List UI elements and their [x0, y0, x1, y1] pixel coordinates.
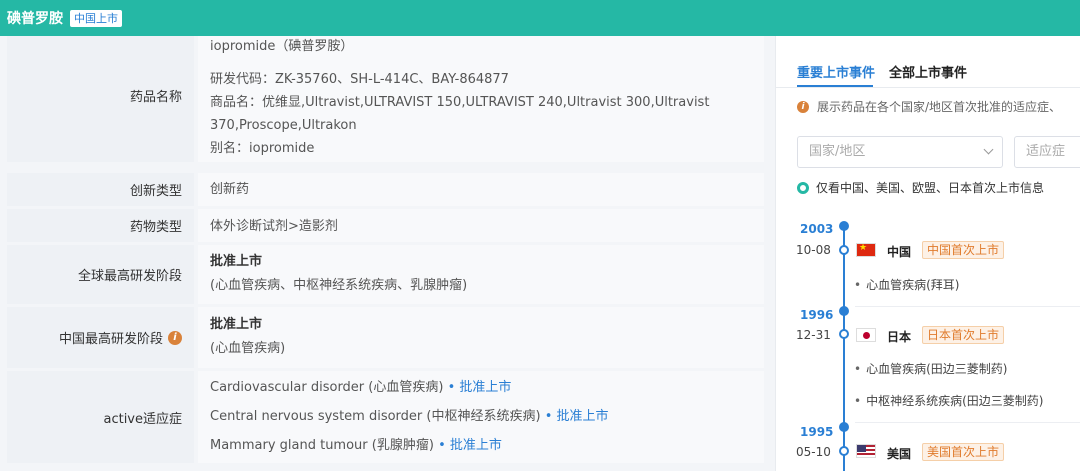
usa-flag-icon [856, 444, 876, 458]
event-date: 05-10 [796, 445, 831, 459]
tab-divider [776, 87, 1080, 88]
approval-status-link[interactable]: • 批准上市 [438, 438, 502, 453]
timeline-event-dot [839, 329, 849, 339]
event-country: 中国 [887, 245, 912, 259]
innovation-label: 创新类型 [7, 173, 194, 206]
indication-text: Mammary gland tumour (乳腺肿瘤) [210, 438, 434, 453]
drug-name-row: 药品名称 iopromide（碘普罗胺） 研发代码：ZK-35760、SH-L-… [7, 36, 764, 162]
global-stage-row: 全球最高研发阶段 批准上市 (心血管疾病、中枢神经系统疾病、乳腺肿瘤) [7, 245, 764, 304]
indication-text: Cardiovascular disorder (心血管疾病) [210, 380, 444, 395]
drug-name-label: 药品名称 [7, 36, 194, 162]
japan-flag-icon [856, 328, 876, 342]
indication-row: active适应症 Cardiovascular disorder (心血管疾病… [7, 371, 764, 463]
timeline-line [843, 224, 845, 471]
approval-status-link[interactable]: • 批准上市 [545, 409, 609, 424]
timeline-year-dot [839, 221, 849, 231]
china-stage-value: 批准上市 [210, 317, 263, 332]
first-launch-tag: 日本首次上市 [922, 326, 1005, 344]
header-bar: 碘普罗胺 中国上市 [0, 0, 1080, 36]
event-divider [855, 306, 1080, 307]
first-launch-tag: 中国首次上市 [922, 241, 1005, 259]
china-stage-note: (心血管疾病) [210, 341, 286, 356]
indication-label: active适应症 [7, 371, 194, 463]
global-stage-value: 批准上市 [210, 254, 263, 269]
indication-item: Mammary gland tumour (乳腺肿瘤) • 批准上市 [210, 436, 502, 456]
china-flag-icon: ★ [856, 243, 876, 257]
event-date: 12-31 [796, 328, 831, 342]
country-select[interactable]: 国家/地区 [797, 136, 1003, 168]
china-stage-label-cell: 中国最高研发阶段 i [7, 307, 194, 368]
drug-type-row: 药物类型 体外诊断试剂>造影剂 [7, 209, 764, 242]
innovation-value: 创新药 [210, 182, 250, 197]
global-stage-label: 全球最高研发阶段 [7, 245, 194, 304]
drug-info-panel: 药品名称 iopromide（碘普罗胺） 研发代码：ZK-35760、SH-L-… [0, 36, 775, 471]
innovation-row: 创新类型 创新药 [7, 173, 764, 206]
generic-name: iopromide（碘普罗胺） [210, 39, 354, 54]
timeline-year-dot [839, 422, 849, 432]
event-indication: 心血管疾病(田边三菱制药) [854, 360, 1007, 377]
indication-text: Central nervous system disorder (中枢神经系统疾… [210, 409, 541, 424]
event-year: 1995 [800, 425, 834, 439]
china-stage-label: 中国最高研发阶段 [58, 332, 163, 347]
event-indication: 心血管疾病(拜耳) [854, 276, 959, 293]
timeline-event-dot [839, 446, 849, 456]
timeline-event-dot [839, 245, 849, 255]
info-icon[interactable]: i [168, 330, 182, 345]
radio-button[interactable] [797, 181, 809, 194]
approval-status-link[interactable]: • 批准上市 [448, 380, 512, 395]
drug-type-value: 体外诊断试剂>造影剂 [210, 219, 338, 234]
event-year: 1996 [800, 308, 834, 322]
country-select-placeholder: 国家/地区 [809, 144, 866, 159]
drug-type-value-cell: 体外诊断试剂>造影剂 [198, 209, 764, 242]
info-note-text: 展示药品在各个国家/地区首次批准的适应症、 [817, 100, 1062, 114]
dev-codes: 研发代码：ZK-35760、SH-L-414C、BAY-864877 [210, 72, 509, 87]
event-date: 10-08 [796, 243, 831, 257]
info-note: i 展示药品在各个国家/地区首次批准的适应症、 [797, 98, 1061, 115]
tab-key-events[interactable]: 重要上市事件 [797, 62, 875, 81]
alias: 别名：iopromide [210, 141, 315, 156]
drug-type-label: 药物类型 [7, 209, 194, 242]
indication-item: Central nervous system disorder (中枢神经系统疾… [210, 407, 609, 427]
drug-name-value: iopromide（碘普罗胺） 研发代码：ZK-35760、SH-L-414C、… [198, 36, 764, 162]
indication-select-placeholder: 适应症 [1026, 144, 1066, 159]
tab-all-events[interactable]: 全部上市事件 [889, 62, 967, 81]
event-indication: 中枢神经系统疾病(田边三菱制药) [854, 392, 1043, 409]
trade-names-cont: 370,Proscope,Ultrakon [210, 118, 357, 133]
info-icon: i [797, 100, 809, 113]
timeline-year-dot [839, 306, 849, 316]
indication-item: Cardiovascular disorder (心血管疾病) • 批准上市 [210, 378, 511, 398]
radio-label: 仅看中国、美国、欧盟、日本首次上市信息 [816, 181, 1045, 195]
indication-value-cell: Cardiovascular disorder (心血管疾病) • 批准上市 C… [198, 371, 764, 463]
event-country: 日本 [887, 330, 912, 344]
event-divider [855, 422, 1080, 423]
event-country: 美国 [887, 447, 912, 461]
chevron-down-icon [983, 144, 994, 155]
page-title: 碘普罗胺 [7, 11, 63, 27]
innovation-value-cell: 创新药 [198, 173, 764, 206]
first-launch-tag: 美国首次上市 [922, 443, 1005, 461]
global-stage-value-cell: 批准上市 (心血管疾病、中枢神经系统疾病、乳腺肿瘤) [198, 245, 764, 304]
indication-select[interactable]: 适应症 [1014, 136, 1080, 168]
launch-events-panel: 重要上市事件 全部上市事件 i 展示药品在各个国家/地区首次批准的适应症、 国家… [775, 36, 1080, 471]
china-stage-row: 中国最高研发阶段 i 批准上市 (心血管疾病) [7, 307, 764, 368]
event-year: 2003 [800, 222, 834, 236]
status-badge: 中国上市 [70, 9, 122, 27]
major-markets-filter[interactable]: 仅看中国、美国、欧盟、日本首次上市信息 [797, 179, 1044, 196]
global-stage-note: (心血管疾病、中枢神经系统疾病、乳腺肿瘤) [210, 278, 468, 293]
trade-names: 商品名：优维显,Ultravist,ULTRAVIST 150,ULTRAVIS… [210, 95, 710, 110]
china-stage-value-cell: 批准上市 (心血管疾病) [198, 307, 764, 368]
